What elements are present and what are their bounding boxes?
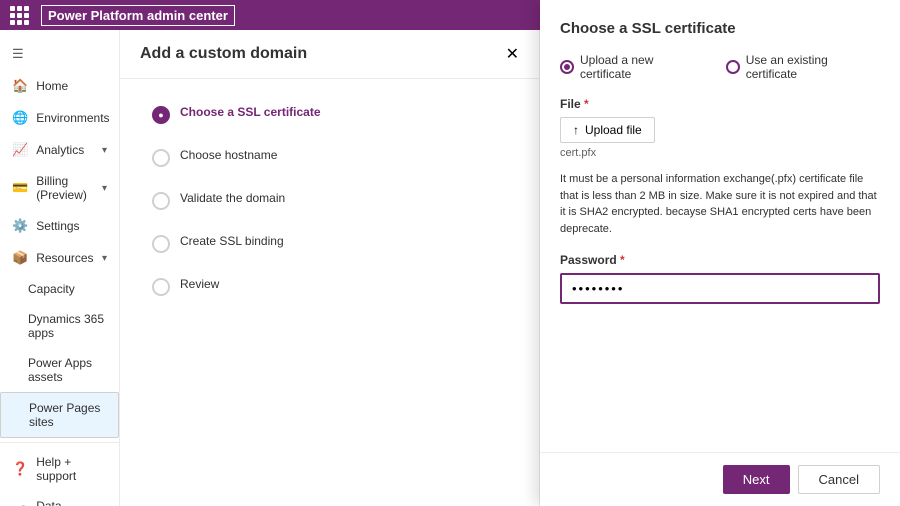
step-label-1: Choose a SSL certificate — [180, 105, 321, 121]
resources-icon: 📦 — [12, 250, 28, 266]
sidebar-item-powerapps-assets[interactable]: Power Apps assets — [0, 348, 119, 392]
cancel-button[interactable]: Cancel — [798, 465, 880, 494]
grid-icon[interactable] — [10, 6, 29, 25]
add-domain-title: Add a custom domain — [140, 45, 307, 63]
hamburger-icon: ☰ — [12, 46, 24, 62]
sidebar-label-capacity: Capacity — [28, 282, 107, 296]
sidebar-item-home[interactable]: 🏠 Home — [0, 70, 119, 102]
sidebar-label-home: Home — [36, 79, 107, 93]
upload-new-radio[interactable]: Upload a new certificate — [560, 53, 706, 81]
next-button[interactable]: Next — [723, 465, 790, 494]
radio-group: Upload a new certificate Use an existing… — [560, 53, 880, 81]
sidebar-label-help: Help + support — [36, 455, 107, 483]
file-hint: cert.pfx — [560, 147, 880, 159]
help-icon: ❓ — [12, 461, 28, 477]
step-circle-3 — [152, 192, 170, 210]
wizard-step-4: Create SSL binding — [140, 224, 519, 263]
billing-icon: 💳 — [12, 180, 28, 196]
req-star: * — [584, 97, 589, 111]
sidebar-item-billing[interactable]: 💳 Billing (Preview) ▾ — [0, 166, 119, 210]
ssl-certificate-panel: Choose a SSL certificate Upload a new ce… — [540, 0, 900, 506]
step-circle-2 — [152, 149, 170, 167]
chevron-down-icon: ▾ — [102, 253, 107, 264]
sidebar-label-environments: Environments — [36, 111, 109, 125]
wizard-step-5: Review — [140, 267, 519, 306]
sidebar-item-resources[interactable]: 📦 Resources ▾ — [0, 242, 119, 274]
upload-file-button[interactable]: ↑ Upload file — [560, 117, 655, 143]
app-title: Power Platform admin center — [41, 5, 235, 26]
upload-btn-label: Upload file — [585, 123, 642, 137]
chevron-down-icon: ▾ — [102, 145, 107, 156]
add-domain-header: Add a custom domain ✕ — [120, 30, 539, 79]
settings-icon: ⚙️ — [12, 218, 28, 234]
upload-icon: ↑ — [573, 123, 579, 137]
wizard-steps-container: ● Choose a SSL certificate Choose hostna… — [120, 79, 539, 506]
sidebar-item-help[interactable]: ❓ Help + support — [0, 447, 119, 491]
wizard-step-3: Validate the domain — [140, 181, 519, 220]
password-req-star: * — [620, 253, 625, 267]
sidebar-menu-toggle[interactable]: ☰ — [0, 38, 119, 70]
sidebar-item-capacity[interactable]: Capacity — [0, 274, 119, 304]
sidebar-item-dynamics365[interactable]: Dynamics 365 apps — [0, 304, 119, 348]
sidebar-label-billing: Billing (Preview) — [36, 174, 94, 202]
sidebar-label-powerapps-assets: Power Apps assets — [28, 356, 107, 384]
step-circle-5 — [152, 278, 170, 296]
wizard-step-2: Choose hostname — [140, 138, 519, 177]
sidebar-label-resources: Resources — [36, 251, 94, 265]
home-icon: 🏠 — [12, 78, 28, 94]
sidebar-label-dynamics365: Dynamics 365 apps — [28, 312, 107, 340]
sidebar-label-analytics: Analytics — [36, 143, 94, 157]
add-domain-close-button[interactable]: ✕ — [506, 44, 519, 64]
step-circle-4 — [152, 235, 170, 253]
wizard-steps-list: ● Choose a SSL certificate Choose hostna… — [140, 95, 519, 306]
cert-info-text: It must be a personal information exchan… — [560, 171, 880, 237]
step-label-4: Create SSL binding — [180, 234, 284, 250]
environments-icon: 🌐 — [12, 110, 28, 126]
ssl-cert-title: Choose a SSL certificate — [560, 20, 880, 37]
sidebar-item-settings[interactable]: ⚙️ Settings — [0, 210, 119, 242]
add-custom-domain-panel: Add a custom domain ✕ ● Choose a SSL cer… — [120, 30, 540, 506]
panel-footer: Next Cancel — [540, 452, 900, 506]
radio-dot-upload — [560, 60, 574, 74]
radio-dot-existing — [726, 60, 740, 74]
use-existing-radio[interactable]: Use an existing certificate — [726, 53, 880, 81]
sidebar-item-environments[interactable]: 🌐 Environments — [0, 102, 119, 134]
password-field-label: Password * — [560, 253, 880, 267]
use-existing-label: Use an existing certificate — [746, 53, 880, 81]
step-circle-1: ● — [152, 106, 170, 124]
sidebar-label-powerpages: Power Pages sites — [29, 401, 106, 429]
step-label-2: Choose hostname — [180, 148, 277, 164]
sidebar: ☰ 🏠 Home 🌐 Environments 📈 Analytics ▾ 💳 … — [0, 30, 120, 506]
sidebar-item-analytics[interactable]: 📈 Analytics ▾ — [0, 134, 119, 166]
analytics-icon: 📈 — [12, 142, 28, 158]
ssl-cert-content: Choose a SSL certificate Upload a new ce… — [540, 0, 900, 452]
step-label-5: Review — [180, 277, 219, 293]
sidebar-label-data-integration: Data integration — [36, 499, 107, 506]
sidebar-item-powerpages[interactable]: Power Pages sites — [0, 392, 119, 438]
step-label-3: Validate the domain — [180, 191, 285, 207]
sidebar-item-data-integration[interactable]: 🔗 Data integration — [0, 491, 119, 506]
file-field-label: File * — [560, 97, 880, 111]
upload-new-label: Upload a new certificate — [580, 53, 706, 81]
password-input[interactable] — [560, 273, 880, 304]
wizard-step-1: ● Choose a SSL certificate — [140, 95, 519, 134]
chevron-down-icon: ▾ — [102, 183, 107, 194]
sidebar-label-settings: Settings — [36, 219, 107, 233]
